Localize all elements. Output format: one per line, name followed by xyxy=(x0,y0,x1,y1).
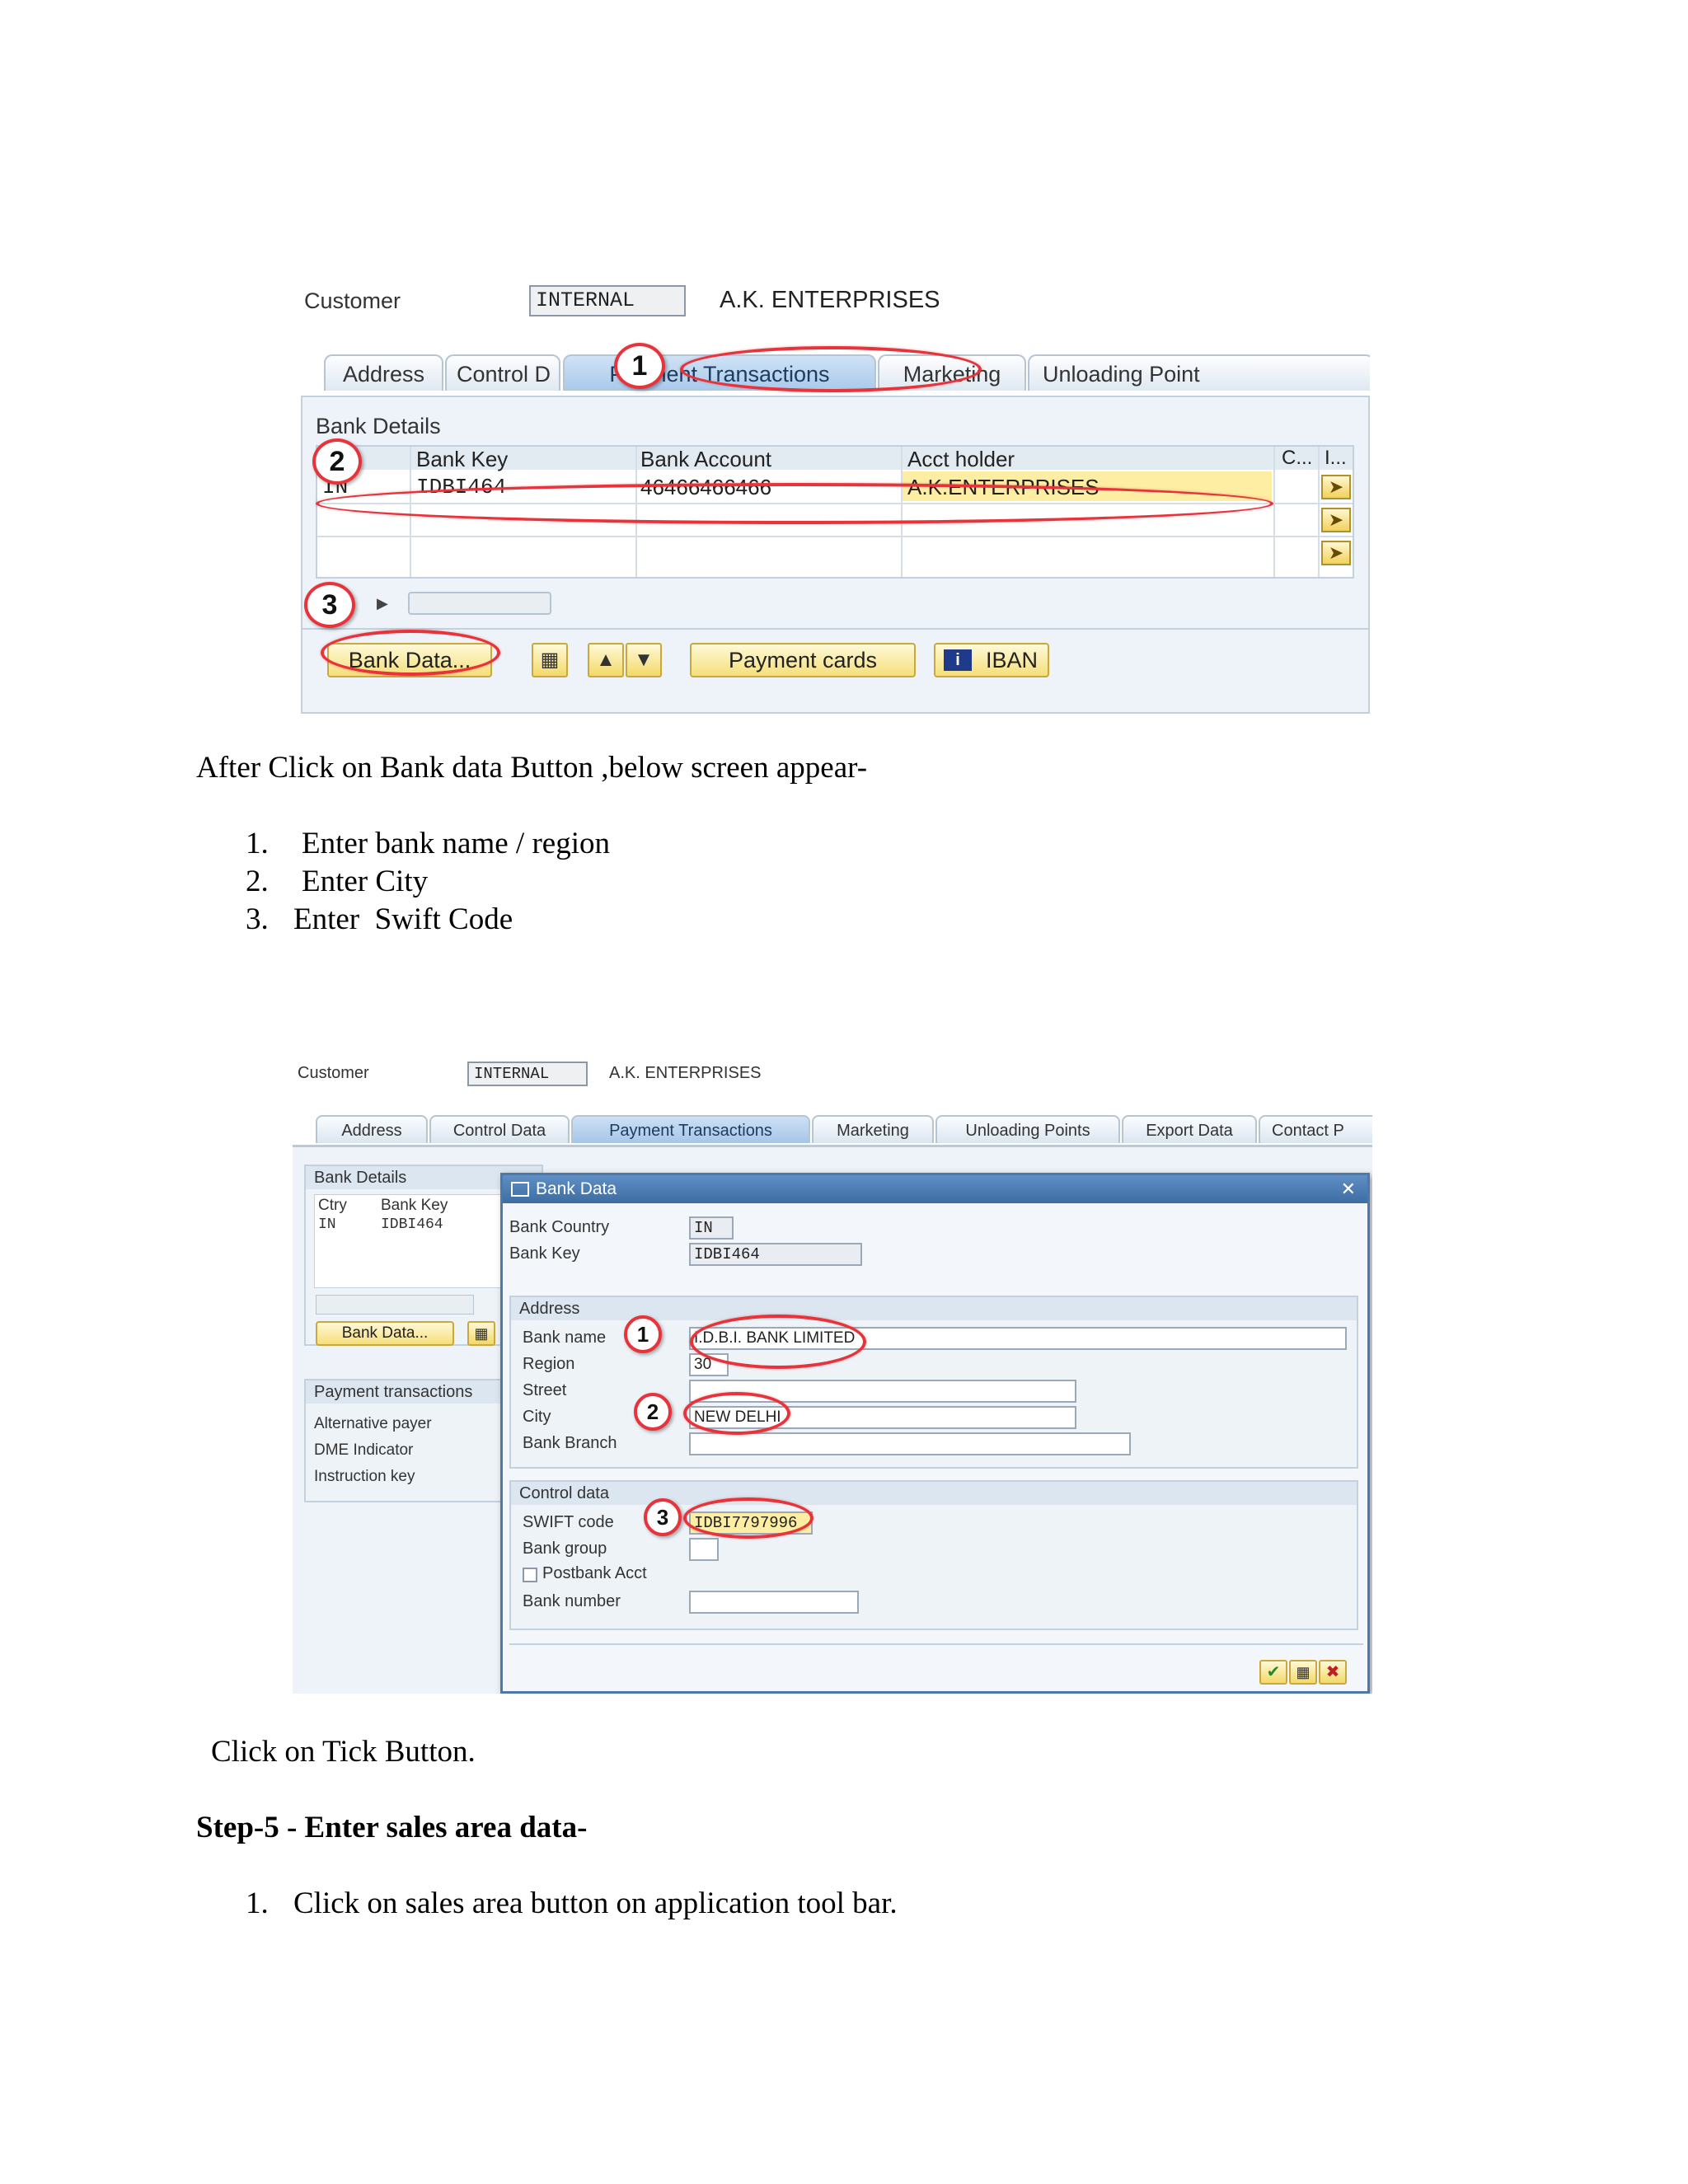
info-icon: i xyxy=(944,649,972,671)
tab-control-data[interactable]: Control Data xyxy=(429,1115,570,1143)
bank-data-dialog: Bank Data ✕ Bank Country IN Bank Key IDB… xyxy=(500,1173,1370,1694)
col-acct-holder: Acct holder xyxy=(907,447,1015,471)
screenshot-customer-bank-details: Customer INTERNAL A.K. ENTERPRISES Addre… xyxy=(301,277,1370,714)
col-c: C... xyxy=(1282,447,1313,469)
tab-address[interactable]: Address xyxy=(316,1115,428,1143)
tab-export-data[interactable]: Export Data xyxy=(1122,1115,1257,1143)
street-label: Street xyxy=(523,1381,567,1399)
highlight-ring-bank-name xyxy=(690,1315,866,1369)
step5-heading: Step-5 - Enter sales area data- xyxy=(196,1811,588,1844)
col-ctry: Ctry xyxy=(318,1197,347,1214)
customer-name: A.K. ENTERPRISES xyxy=(609,1064,762,1082)
city-label: City xyxy=(523,1408,551,1426)
marker-3: 3 xyxy=(304,582,355,628)
col-bank-key: Bank Key xyxy=(381,1197,448,1214)
save-icon[interactable]: ▦ xyxy=(532,643,568,677)
tab-unloading-points[interactable]: Unloading Point xyxy=(1028,354,1370,391)
customer-label: Customer xyxy=(304,288,401,313)
highlight-ring-city xyxy=(683,1392,790,1435)
highlight-ring-bank-row xyxy=(316,483,1273,524)
insert-row-icon[interactable]: ▲ xyxy=(588,643,624,677)
detail-arrow-icon[interactable]: ➤ xyxy=(1321,508,1351,532)
bank-number-label: Bank number xyxy=(523,1592,621,1610)
tab-unloading-points[interactable]: Unloading Points xyxy=(935,1115,1120,1143)
customer-label: Customer xyxy=(298,1064,369,1082)
step-3-text: Enter Swift Code xyxy=(293,902,513,936)
step5-item-1: Click on sales area button on applicatio… xyxy=(293,1886,898,1920)
marker-1: 1 xyxy=(614,343,665,389)
tab-payment-transactions[interactable]: Payment Transactions xyxy=(571,1115,810,1143)
dialog-icon xyxy=(511,1182,529,1197)
marker-1: 1 xyxy=(624,1315,662,1353)
bank-branch-label: Bank Branch xyxy=(523,1434,617,1452)
dialog-title: Bank Data xyxy=(536,1179,617,1198)
postbank-label: Postbank Acct xyxy=(542,1564,647,1582)
bank-key-label: Bank Key xyxy=(509,1244,580,1263)
highlight-ring-bank-data xyxy=(321,630,500,676)
step-number: 3. xyxy=(246,902,269,936)
bank-number-field[interactable] xyxy=(689,1591,859,1614)
payment-cards-button[interactable]: Payment cards xyxy=(690,643,916,677)
bank-group-field[interactable] xyxy=(689,1538,719,1561)
marker-3: 3 xyxy=(644,1498,682,1536)
click-tick-text: Click on Tick Button. xyxy=(211,1735,476,1769)
step-number: 1. xyxy=(246,827,269,860)
scroll-right-icon[interactable]: ▶ xyxy=(377,595,388,612)
col-i: I... xyxy=(1325,447,1347,469)
bank-key-field: IDBI464 xyxy=(689,1243,862,1266)
delete-row-icon[interactable]: ▼ xyxy=(626,643,662,677)
highlight-ring-swift-code xyxy=(683,1497,814,1539)
tab-control-data[interactable]: Control D xyxy=(445,354,560,391)
bank-details-title: Bank Details xyxy=(316,414,441,438)
tab-address[interactable]: Address xyxy=(324,354,443,391)
horizontal-scrollbar[interactable] xyxy=(408,592,551,615)
col-bank-account: Bank Account xyxy=(640,447,771,471)
bank-branch-field[interactable] xyxy=(689,1432,1131,1455)
region-label: Region xyxy=(523,1355,575,1373)
cancel-x-icon[interactable]: ✖ xyxy=(1319,1660,1347,1685)
customer-field[interactable]: INTERNAL xyxy=(467,1062,588,1086)
bank-data-button[interactable]: Bank Data... xyxy=(316,1321,454,1346)
bank-country-label: Bank Country xyxy=(509,1218,610,1236)
cell-ctry: IN xyxy=(318,1216,336,1233)
alternative-payer-label: Alternative payer xyxy=(314,1415,432,1432)
step-number: 2. xyxy=(246,865,269,898)
col-bank-key: Bank Key xyxy=(416,447,509,471)
copy-icon[interactable]: ▦ xyxy=(1289,1660,1317,1685)
confirm-tick-icon[interactable]: ✔ xyxy=(1259,1660,1287,1685)
dme-indicator-label: DME Indicator xyxy=(314,1441,414,1459)
marker-2: 2 xyxy=(634,1393,672,1431)
bank-name-label: Bank name xyxy=(523,1329,607,1347)
tab-strip: Address Control Data Payment Transaction… xyxy=(293,1115,1372,1147)
dialog-title-bar: Bank Data ✕ xyxy=(503,1175,1367,1203)
step-1-text: Enter bank name / region xyxy=(302,827,610,860)
marker-2: 2 xyxy=(312,438,362,485)
save-icon[interactable]: ▦ xyxy=(467,1321,495,1346)
customer-name: A.K. ENTERPRISES xyxy=(720,287,940,313)
tab-contact-persons[interactable]: Contact P xyxy=(1259,1115,1372,1143)
detail-arrow-icon[interactable]: ➤ xyxy=(1321,541,1351,565)
control-data-group: Control data SWIFT code IDBI7797996 Bank… xyxy=(509,1480,1358,1630)
detail-arrow-icon[interactable]: ➤ xyxy=(1321,475,1351,499)
close-icon[interactable]: ✕ xyxy=(1341,1175,1356,1203)
highlight-ring-payment-tab xyxy=(680,346,982,392)
swift-code-label: SWIFT code xyxy=(523,1513,614,1531)
bank-country-field: IN xyxy=(689,1216,734,1240)
cell-bank-key: IDBI464 xyxy=(381,1216,443,1233)
tab-marketing[interactable]: Marketing xyxy=(812,1115,934,1143)
screenshot-bank-data-dialog: Customer INTERNAL A.K. ENTERPRISES Addre… xyxy=(293,1057,1372,1694)
intro-text: After Click on Bank data Button ,below s… xyxy=(196,751,868,785)
postbank-checkbox[interactable] xyxy=(523,1568,537,1582)
horizontal-scrollbar[interactable] xyxy=(316,1295,474,1315)
step-2-text: Enter City xyxy=(302,865,429,898)
bank-group-label: Bank group xyxy=(523,1540,607,1558)
customer-field[interactable]: INTERNAL xyxy=(529,285,686,316)
control-data-title: Control data xyxy=(511,1482,1357,1505)
step-number: 1. xyxy=(246,1886,269,1920)
instruction-key-label: Instruction key xyxy=(314,1468,415,1485)
